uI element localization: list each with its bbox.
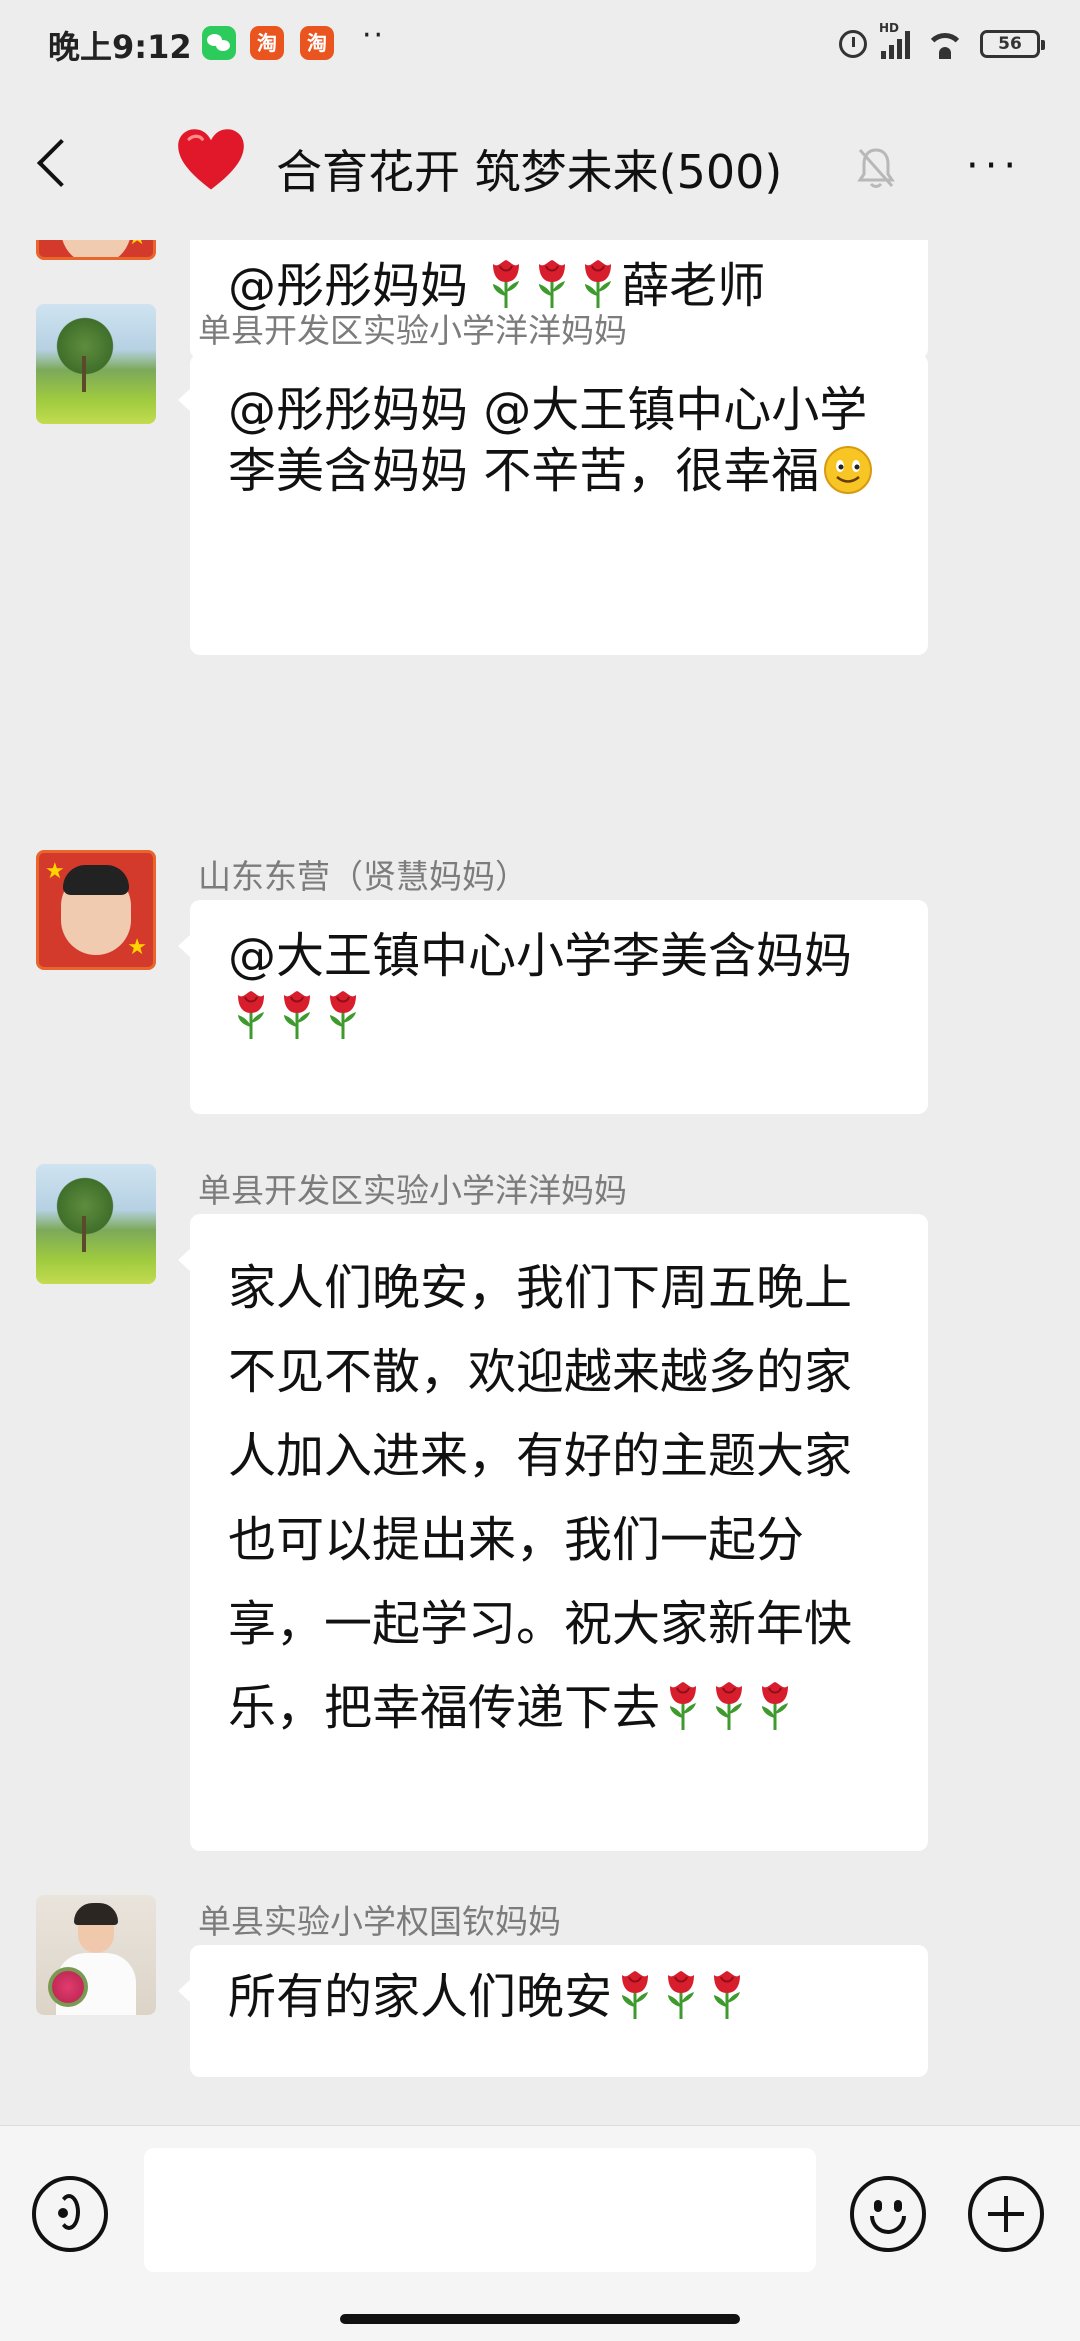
message-text: 所有的家人们晚安 (228, 1969, 750, 2025)
battery-icon: 56 (980, 30, 1045, 58)
rose-icon (493, 260, 520, 308)
back-arrow-icon[interactable] (36, 138, 86, 188)
rose-icon (622, 1971, 649, 2019)
sender-avatar[interactable]: ★ ★ (36, 240, 156, 260)
more-notifications-icon: ·· (362, 18, 386, 53)
wechat-notification-icon (202, 26, 236, 60)
rose-icon (238, 991, 264, 1039)
message-text: @彤彤妈妈 @大王镇中心小学李美含妈妈 不辛苦，很幸福 (228, 382, 877, 499)
sender-avatar[interactable] (36, 1895, 156, 2015)
sender-avatar[interactable] (36, 1164, 156, 1284)
emoji-icon[interactable] (850, 2176, 926, 2252)
taobao-notification-icon: 淘 (300, 26, 334, 60)
rose-icon (330, 991, 356, 1039)
network-type-label: HD (879, 21, 900, 35)
plus-icon[interactable] (968, 2176, 1044, 2252)
input-bar (0, 2125, 1080, 2341)
voice-icon[interactable] (32, 2176, 108, 2252)
rose-icon (284, 991, 310, 1039)
sender-nickname: 单县开发区实验小学洋洋妈妈 (198, 1171, 627, 1210)
message-bubble[interactable]: @彤彤妈妈 @大王镇中心小学李美含妈妈 不辛苦，很幸福 (178, 354, 928, 655)
message-bubble[interactable]: @大王镇中心小学李美含妈妈 (178, 900, 928, 1114)
message-text: @大王镇中心小学李美含妈妈 (228, 928, 852, 1045)
status-time: 晚上9:12 (48, 28, 192, 66)
chat-message-list[interactable]: ★ ★ @彤彤妈妈 薛老师 单县开发区实验小学洋洋妈妈 @彤彤妈妈 @大王镇中心… (0, 240, 1080, 2125)
taobao-notification-icon: 淘 (250, 26, 284, 60)
chat-header: 合育花开 筑梦未来(500) ··· (0, 96, 1080, 240)
signal-icon: HD (879, 21, 910, 59)
sender-nickname: 单县开发区实验小学洋洋妈妈 (198, 311, 627, 350)
rose-icon (714, 1971, 741, 2019)
wifi-icon (924, 29, 966, 59)
message-input[interactable] (144, 2148, 816, 2272)
sender-nickname: 单县实验小学权国钦妈妈 (198, 1902, 561, 1941)
message-bubble[interactable]: 所有的家人们晚安 (178, 1945, 928, 2077)
rose-icon (670, 1682, 697, 1730)
bell-muted-icon (857, 148, 895, 188)
sender-avatar[interactable] (36, 304, 156, 424)
message-bubble[interactable]: 家人们晚安，我们下周五晚上不见不散，欢迎越来越多的家人加入进来，有好的主题大家也… (178, 1214, 928, 1851)
smile-emoji-icon (824, 446, 873, 494)
sender-nickname: 山东东营（贤慧妈妈） (198, 857, 528, 896)
status-bar: 晚上9:12 淘 淘 ·· HD 56 (0, 0, 1080, 96)
rose-icon (539, 260, 566, 308)
rose-icon (585, 260, 612, 308)
alarm-icon (839, 30, 867, 58)
chat-title[interactable]: 合育花开 筑梦未来(500) (276, 136, 782, 202)
home-indicator[interactable] (340, 2314, 740, 2324)
rose-icon (762, 1682, 789, 1730)
rose-icon (668, 1971, 695, 2019)
red-heart-icon (178, 129, 244, 190)
more-menu-button[interactable]: ··· (966, 146, 1022, 186)
message-text: 家人们晚安，我们下周五晚上不见不散，欢迎越来越多的家人加入进来，有好的主题大家也… (228, 1260, 853, 1736)
sender-avatar[interactable]: ★ ★ (36, 850, 156, 970)
rose-icon (716, 1682, 743, 1730)
